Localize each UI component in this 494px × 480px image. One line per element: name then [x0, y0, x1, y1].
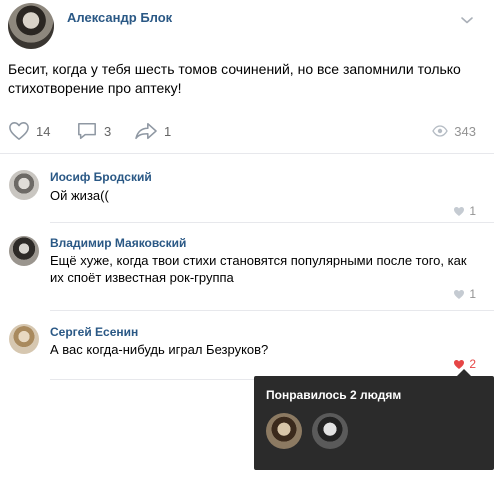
- share-count: 1: [164, 123, 172, 139]
- post-header: Александр Блок: [0, 0, 494, 58]
- comment-icon: [78, 122, 96, 140]
- author-avatar[interactable]: [8, 3, 54, 49]
- commenter-avatar[interactable]: [9, 170, 39, 200]
- heart-icon: [454, 289, 465, 299]
- divider: [0, 153, 494, 154]
- divider: [50, 222, 494, 223]
- comment-text: Ой жиза((: [50, 188, 109, 203]
- divider: [50, 379, 254, 380]
- commenter-name[interactable]: Владимир Маяковский: [50, 236, 186, 250]
- heart-icon: [9, 122, 29, 140]
- chevron-down-icon[interactable]: [459, 12, 475, 28]
- commenter-name[interactable]: Сергей Есенин: [50, 325, 138, 339]
- comment-like-button[interactable]: 1: [453, 287, 476, 301]
- comment-text: А вас когда-нибудь играл Безруков?: [50, 342, 269, 357]
- comment-item: Сергей Есенин А вас когда-нибудь играл Б…: [0, 315, 494, 379]
- comment-button[interactable]: 3: [76, 116, 111, 146]
- share-button[interactable]: 1: [134, 116, 171, 146]
- comment-item: Владимир Маяковский Ещё хуже, когда твои…: [0, 226, 494, 310]
- heart-icon: [454, 206, 465, 216]
- divider: [50, 310, 494, 311]
- liker-avatar[interactable]: [312, 413, 348, 449]
- likes-tooltip: Понравилось 2 людям: [254, 376, 494, 470]
- like-count: 14: [36, 123, 51, 139]
- comment-like-count: 1: [469, 287, 476, 301]
- tooltip-arrow: [457, 369, 471, 376]
- views-counter: 343: [432, 116, 476, 146]
- like-button[interactable]: 14: [8, 116, 50, 146]
- eye-icon: [432, 125, 449, 137]
- comment-like-count: 1: [469, 204, 476, 218]
- comment-like-button[interactable]: 1: [453, 204, 476, 218]
- commenter-name[interactable]: Иосиф Бродский: [50, 170, 152, 184]
- tooltip-title[interactable]: Понравилось 2 людям: [266, 388, 401, 402]
- post-actions: 14 3 1 343: [0, 116, 494, 146]
- comment-count: 3: [104, 123, 112, 139]
- heart-icon: [454, 359, 465, 369]
- share-icon: [135, 122, 157, 140]
- commenter-avatar[interactable]: [9, 324, 39, 354]
- comment-text: Ещё хуже, когда твои стихи становятся по…: [50, 253, 467, 285]
- views-count: 343: [454, 123, 476, 139]
- post-author-name[interactable]: Александр Блок: [67, 10, 172, 25]
- post-text: Бесит, когда у тебя шесть томов сочинени…: [8, 61, 461, 96]
- comment-item: Иосиф Бродский Ой жиза(( 1: [0, 160, 494, 222]
- liker-avatar[interactable]: [266, 413, 302, 449]
- commenter-avatar[interactable]: [9, 236, 39, 266]
